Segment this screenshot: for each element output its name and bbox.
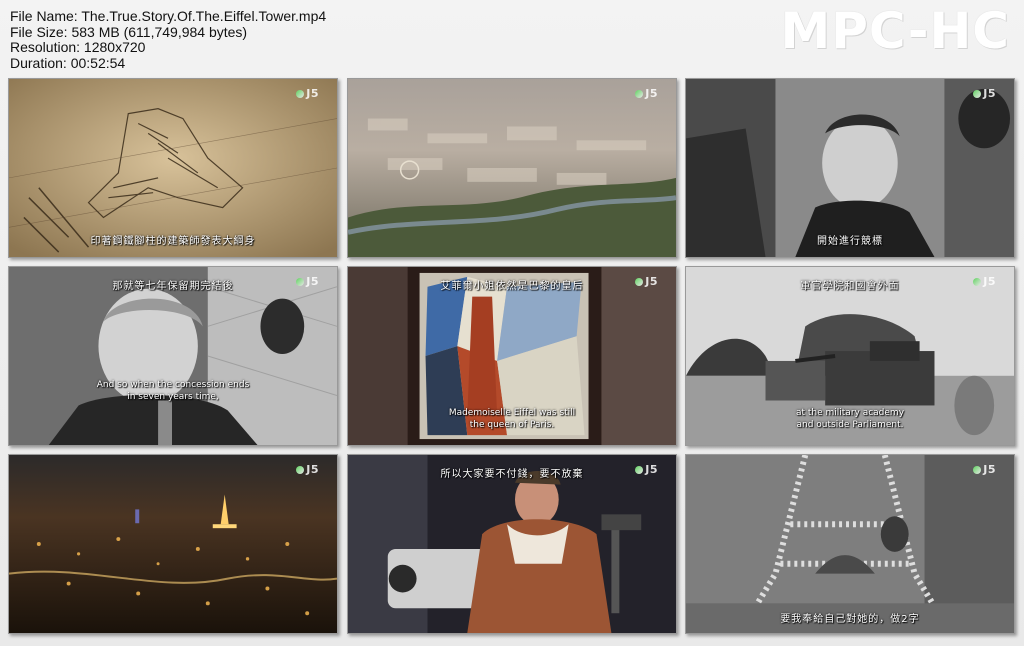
- subtitle-text: 印著鋼鐵腳柱的建築師發表大綱身: [90, 236, 256, 247]
- channel-logo: J5: [296, 87, 319, 100]
- channel-logo: J5: [973, 87, 996, 100]
- subtitle-english-line-2: in seven years time,: [127, 392, 219, 402]
- paris-night-image: [9, 455, 337, 633]
- bw-man-speaking-image: [686, 79, 1014, 257]
- tower-sketch-image: [9, 79, 337, 257]
- file-size-text: File Size: 583 MB (611,749,984 bytes): [10, 23, 248, 40]
- thumbnail-6[interactable]: J5 軍官學院和國會外面 at the military academy and…: [685, 266, 1015, 446]
- channel-dot-icon: [973, 90, 982, 98]
- subtitle-text: 所以大家要不付錢，要不放棄: [440, 469, 584, 480]
- thumbnail-3[interactable]: J5 開始進行競標: [685, 78, 1015, 258]
- thumbnail-7[interactable]: J5: [8, 454, 338, 634]
- subtitle-text: 開始進行競標: [817, 236, 883, 247]
- file-info-panel: File Name: The.True.Story.Of.The.Eiffel.…: [10, 8, 327, 71]
- duration-text: Duration: 00:52:54: [10, 54, 126, 71]
- thumbnail-1[interactable]: J5 印著鋼鐵腳柱的建築師發表大綱身: [8, 78, 338, 258]
- thumbnail-2[interactable]: J5: [347, 78, 677, 258]
- presenter-panavision-image: [348, 455, 676, 633]
- subtitle-english-line-2: the queen of Paris.: [469, 420, 555, 430]
- subtitle-text: 艾菲爾小姐依然是巴黎的皇后: [440, 281, 584, 292]
- bw-tower-model-image: [686, 455, 1014, 633]
- subtitle-english-line-1: And so when the concession ends: [96, 380, 250, 390]
- mpc-hc-logo: MPC-HC: [780, 2, 1010, 60]
- subtitle-text: 軍官學院和國會外面: [800, 281, 900, 292]
- thumbnail-8[interactable]: J5 所以大家要不付錢，要不放棄: [347, 454, 677, 634]
- paris-aerial-image: [348, 79, 676, 257]
- subtitle-text: 那就等七年保留期完結後: [112, 281, 234, 292]
- channel-dot-icon: [635, 90, 644, 98]
- channel-dot-icon: [296, 90, 305, 98]
- channel-logo: J5: [973, 463, 996, 476]
- channel-logo: J5: [296, 463, 319, 476]
- subtitle-english-line-1: Mademoiselle Eiffel was still: [448, 408, 576, 418]
- channel-dot-icon: [973, 466, 982, 474]
- bw-man-closeup-image: [9, 267, 337, 445]
- subtitle-english-line-1: at the military academy: [795, 408, 905, 418]
- thumbnail-5[interactable]: J5 艾菲爾小姐依然是巴黎的皇后 Mademoiselle Eiffel was…: [347, 266, 677, 446]
- resolution-text: Resolution: 1280x720: [10, 39, 146, 55]
- thumbnail-grid: J5 印著鋼鐵腳柱的建築師發表大綱身 J5 J5 開始進行競標 J5 那就等七年…: [8, 78, 1018, 638]
- subtitle-english-line-2: and outside Parliament.: [796, 420, 904, 430]
- channel-dot-icon: [296, 466, 305, 474]
- file-name-text: File Name: The.True.Story.Of.The.Eiffel.…: [10, 8, 327, 24]
- subtitle-text: 要我奉給自己對她的，做2字: [780, 614, 920, 625]
- thumbnail-4[interactable]: J5 那就等七年保留期完結後 And so when the concessio…: [8, 266, 338, 446]
- thumbnail-9[interactable]: J5 要我奉給自己對她的，做2字: [685, 454, 1015, 634]
- channel-logo: J5: [635, 87, 658, 100]
